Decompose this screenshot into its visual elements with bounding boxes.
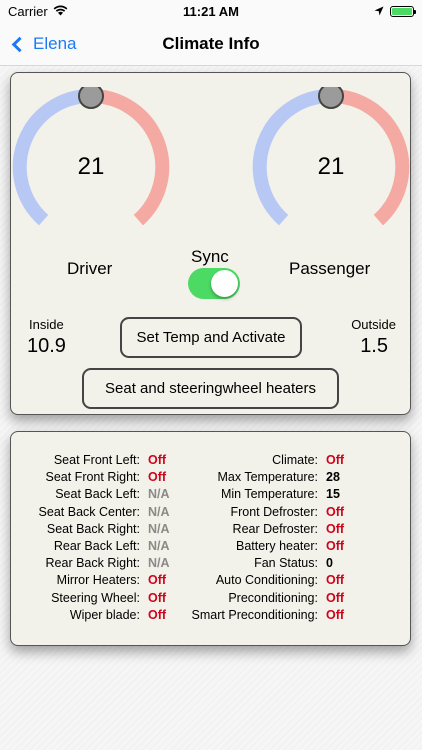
inside-temperature-label: Inside: [29, 317, 64, 332]
passenger-temperature-dial[interactable]: 21: [251, 87, 411, 247]
status-label: Seat Back Left:: [55, 487, 140, 502]
status-value: Off: [326, 453, 345, 467]
status-value: Off: [326, 590, 345, 605]
status-label: Wiper blade:: [69, 607, 140, 622]
wifi-icon: [53, 4, 68, 19]
status-value: 28: [326, 470, 340, 485]
status-label: Seat Front Right:: [45, 470, 141, 485]
right-status-labels: Climate: Max Temperature: Min Temperature:…: [181, 452, 318, 624]
driver-temperature-dial[interactable]: 21: [11, 87, 171, 247]
status-label: Fan Status:: [254, 556, 318, 571]
driver-temperature-value: 21: [77, 153, 105, 180]
status-label: Min Temperature:: [220, 487, 318, 502]
status-label: Preconditioning:: [228, 590, 318, 605]
status-indicators: [374, 4, 416, 19]
set-temp-activate-button[interactable]: Set Temp and Activate: [120, 317, 302, 358]
status-label: Seat Back Right:: [46, 521, 140, 536]
status-label: Rear Defroster:: [232, 521, 318, 536]
status-value: Off: [326, 607, 345, 622]
carrier-label: Carrier: [8, 3, 48, 19]
status-label: Steering Wheel:: [51, 590, 140, 605]
status-bar: Carrier 11:21 AM: [0, 0, 422, 22]
status-value: Off: [326, 521, 345, 536]
status-label: Rear Back Right:: [45, 556, 140, 571]
navigation-bar: Climate Info Elena: [0, 22, 422, 66]
climate-status-panel: Seat Front Left: Seat Front Right: Seat Ba…: [10, 431, 411, 646]
sync-toggle[interactable]: [188, 268, 240, 299]
status-value: Off: [326, 504, 345, 519]
status-value: Off: [326, 573, 345, 588]
driver-dial-knob[interactable]: [78, 87, 104, 109]
chevron-left-icon: [11, 36, 28, 52]
status-value: Off: [326, 538, 345, 553]
driver-label: Driver: [67, 259, 113, 278]
status-label: Climate:: [272, 453, 318, 467]
status-label: Rear Back Left:: [53, 538, 140, 553]
battery-icon: [390, 5, 416, 17]
sync-label: Sync: [191, 247, 229, 266]
sync-toggle-knob: [211, 270, 238, 297]
status-label: Seat Back Center:: [38, 504, 140, 519]
status-label: Seat Front Left:: [53, 453, 140, 467]
location-arrow-icon: [374, 4, 384, 19]
status-label: Auto Conditioning:: [215, 573, 318, 588]
passenger-label: Passenger: [289, 259, 371, 278]
status-value: 15: [326, 487, 340, 502]
battery-level: [392, 7, 412, 15]
outside-temperature-label: Outside: [351, 317, 396, 332]
passenger-temperature-value: 21: [317, 153, 345, 180]
back-button-label: Elena: [33, 34, 77, 53]
status-value: 0: [326, 556, 333, 571]
status-label: Max Temperature:: [217, 470, 318, 485]
climate-control-panel: 21 21 Driver Sync Passenger Inside 10.9 …: [10, 72, 411, 415]
right-status-values: Off 28 15 Off Off Off 0 Off Off Off: [326, 452, 366, 624]
inside-temperature-value: 10.9: [27, 335, 66, 357]
outside-temperature-value: 1.5: [360, 335, 388, 357]
seat-steeringwheel-heaters-button[interactable]: Seat and steeringwheel heaters: [82, 368, 339, 409]
back-button[interactable]: Elena: [10, 22, 76, 66]
left-status-labels: Seat Front Left: Seat Front Right: Seat Ba…: [11, 452, 140, 624]
status-label: Mirror Heaters:: [56, 573, 140, 588]
status-label: Battery heater:: [236, 538, 318, 553]
carrier-info: Carrier: [8, 4, 68, 19]
status-label: Front Defroster:: [230, 504, 318, 519]
status-label: Smart Preconditioning:: [191, 607, 318, 622]
passenger-dial-knob[interactable]: [318, 87, 344, 109]
